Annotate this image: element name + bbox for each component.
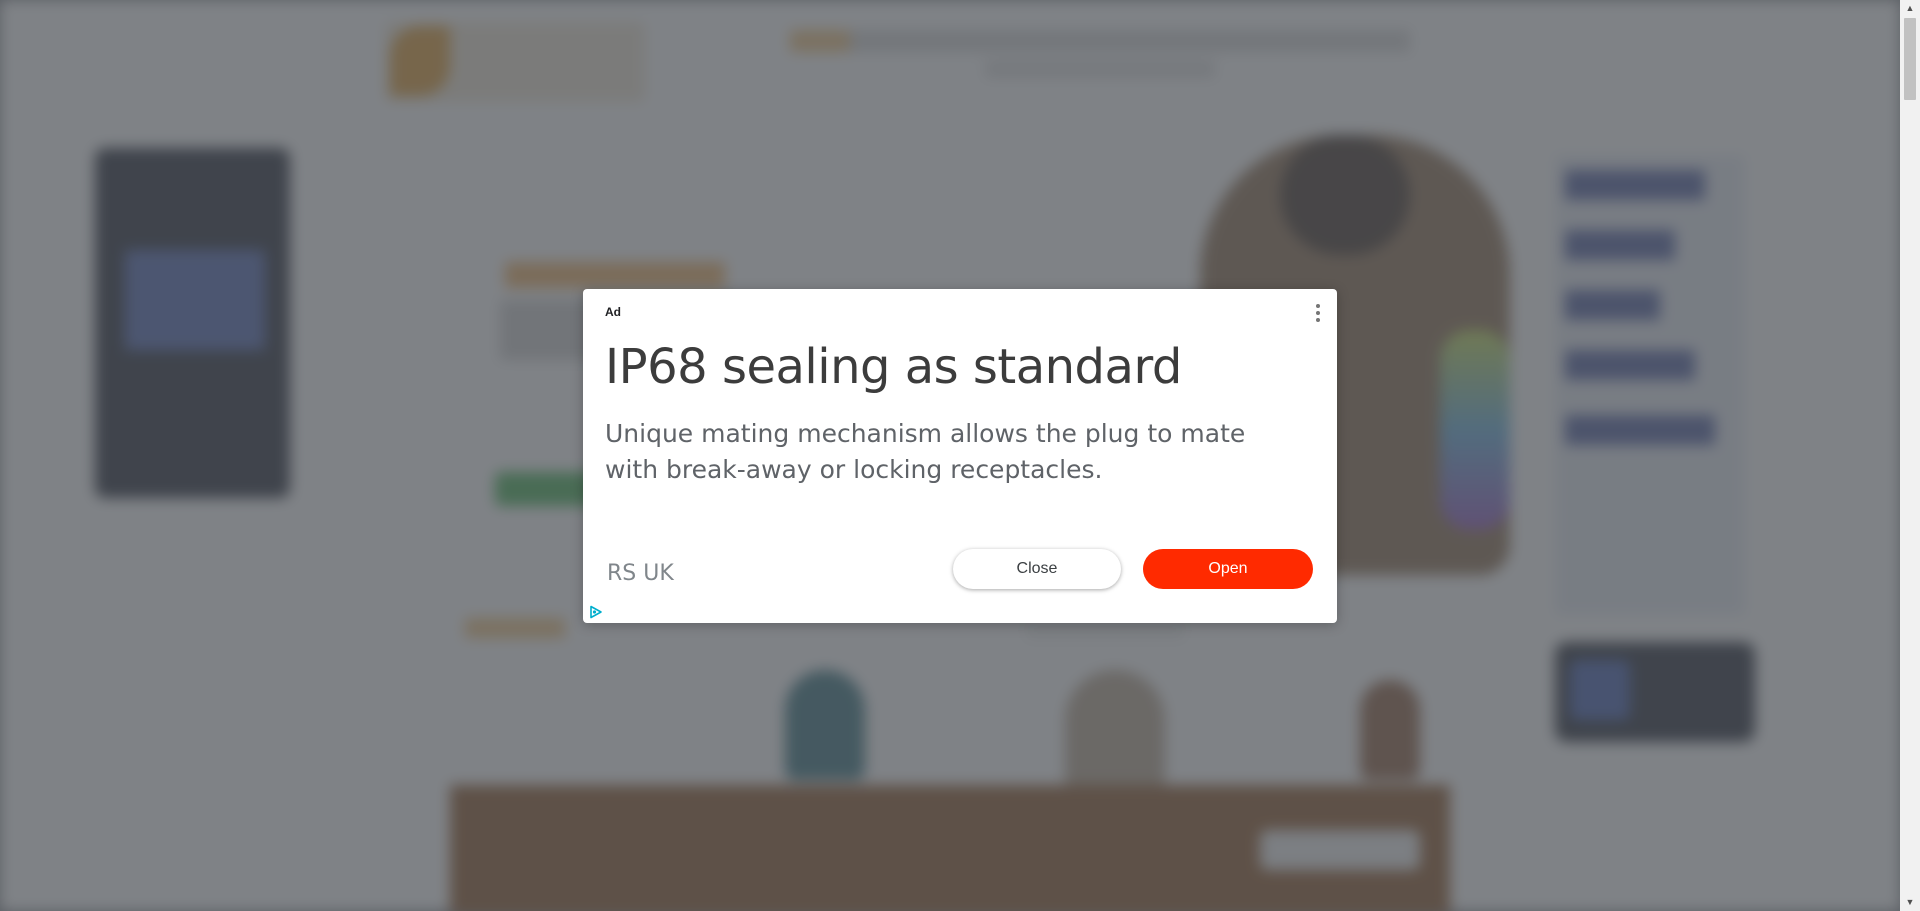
vertical-scrollbar[interactable]: ▲ ▼ [1900, 0, 1920, 911]
adchoices-icon[interactable] [589, 605, 603, 619]
ad-dialog: Ad IP68 sealing as standard Unique matin… [583, 289, 1337, 623]
ad-description[interactable]: Unique mating mechanism allows the plug … [605, 416, 1305, 488]
ad-label: Ad [605, 305, 621, 319]
open-button[interactable]: Open [1143, 549, 1313, 589]
close-button[interactable]: Close [953, 549, 1121, 589]
browser-viewport: ▲ ▼ Ad IP68 sealing as standard Unique m… [0, 0, 1920, 911]
ad-advertiser[interactable]: RS UK [607, 561, 674, 586]
scroll-up-arrow-icon[interactable]: ▲ [1900, 0, 1920, 17]
kebab-menu-icon[interactable] [1313, 303, 1323, 323]
scroll-down-arrow-icon[interactable]: ▼ [1900, 894, 1920, 911]
scrollbar-thumb[interactable] [1904, 18, 1916, 100]
ad-headline[interactable]: IP68 sealing as standard [605, 339, 1182, 395]
